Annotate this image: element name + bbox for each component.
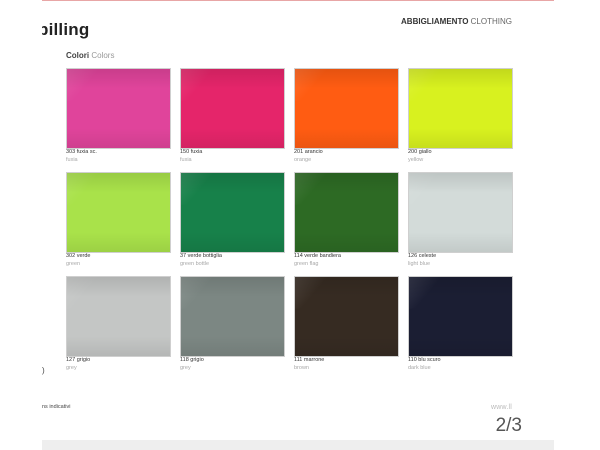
swatch-code: 118 grigio — [180, 357, 204, 363]
color-swatch — [408, 68, 513, 149]
swatch-code: 200 giallo — [408, 149, 432, 155]
color-swatch — [66, 68, 171, 149]
swatch-name: light blue — [408, 261, 431, 267]
catalog-page: billing ABBIGLIAMENTO CLOTHING Colori Co… — [42, 0, 554, 450]
swatch-name: yellow — [408, 157, 424, 163]
bottom-bar — [42, 440, 554, 450]
swatch-name: grey — [66, 365, 77, 371]
color-swatch — [180, 68, 285, 149]
color-swatch — [294, 68, 399, 149]
swatch-name: green — [66, 261, 81, 267]
color-swatch — [408, 276, 513, 357]
document-title: billing — [42, 20, 90, 39]
swatch-code: 114 verde bandiera — [294, 253, 341, 259]
swatch-code: 126 celeste — [408, 253, 437, 259]
footnote: ns indicativi — [42, 404, 71, 410]
swatch-name: grey — [180, 365, 191, 371]
color-swatch — [408, 172, 513, 253]
colors-heading-it: Colori — [66, 51, 90, 60]
site-watermark: www.ll — [490, 404, 512, 411]
swatch-name: green bottle — [180, 261, 210, 267]
swatch-code: 111 marrone — [294, 357, 325, 363]
swatch-name: green flag — [294, 261, 319, 267]
swatch-name: orange — [294, 157, 312, 163]
color-swatch — [294, 172, 399, 253]
swatch-name: fuxia — [180, 157, 192, 163]
color-swatch — [294, 276, 399, 357]
section-label: ABBIGLIAMENTO CLOTHING — [401, 17, 512, 26]
color-swatch — [66, 276, 171, 357]
color-swatch — [180, 172, 285, 253]
left-edge-mark: ) — [42, 366, 45, 375]
swatch-name: brown — [294, 365, 309, 371]
color-swatch — [66, 172, 171, 253]
section-label-en: CLOTHING — [470, 17, 512, 26]
swatch-name: dark blue — [408, 365, 431, 371]
swatch-code: 127 grigio — [66, 357, 91, 363]
color-swatch — [180, 276, 285, 357]
colors-heading: Colori Colors — [66, 51, 114, 60]
page-number: 2/3 — [495, 415, 522, 436]
swatch-code: 150 fuxia — [180, 149, 203, 155]
swatch-code: 303 fuxia sc. — [66, 149, 97, 155]
swatch-code: 37 verde bottiglia — [180, 253, 222, 259]
swatch-code: 302 verde — [66, 253, 91, 259]
colors-heading-en: Colors — [91, 51, 115, 60]
section-label-it: ABBIGLIAMENTO — [401, 17, 469, 26]
swatch-code: 201 arancio — [294, 149, 323, 155]
swatch-code: 110 blu scuro — [408, 357, 441, 363]
swatch-name: fuxia — [66, 157, 78, 163]
top-divider — [42, 0, 554, 1]
